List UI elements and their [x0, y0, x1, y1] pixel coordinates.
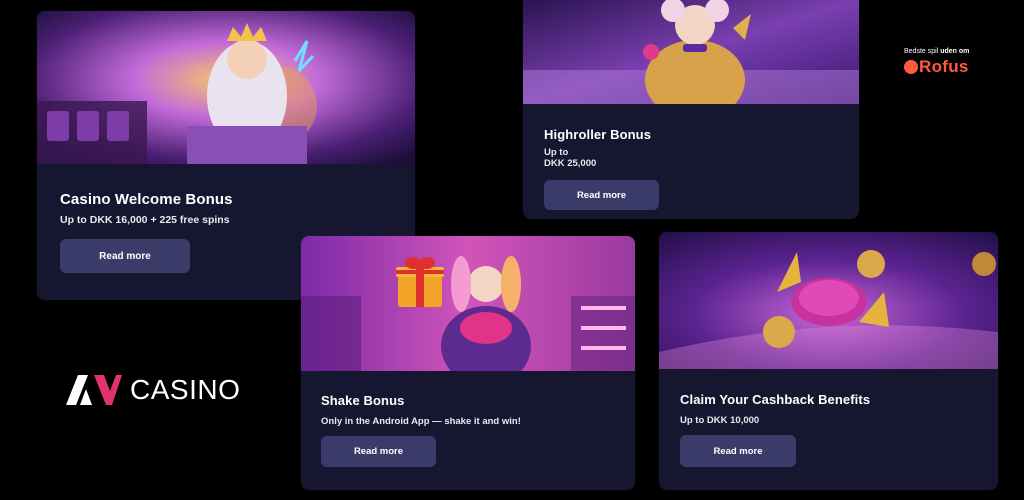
card-title: Claim Your Cashback Benefits — [680, 392, 871, 407]
rofus-dot-icon — [904, 60, 918, 74]
zeus-illustration — [37, 11, 415, 164]
gift-box-icon — [396, 257, 444, 307]
rofus-main: Rofus — [904, 57, 969, 77]
rofus-tagline: Bedste spil uden om — [904, 48, 969, 55]
card-title: Highroller Bonus — [544, 127, 652, 142]
chip-coins-illustration — [659, 232, 998, 369]
rofus-tagline-plain: Bedste spil — [904, 48, 941, 55]
cashback-benefits-card: Claim Your Cashback Benefits Up to DKK 1… — [659, 232, 998, 490]
joker-girl-illustration — [523, 0, 859, 104]
read-more-button[interactable]: Read more — [60, 239, 190, 273]
card-title: Shake Bonus — [321, 393, 405, 408]
rofus-tagline-bold: uden om — [940, 48, 970, 55]
read-more-button[interactable]: Read more — [321, 436, 436, 467]
card-subtitle-line2: DKK 25,000 — [544, 158, 597, 169]
av-logo-icon — [66, 375, 122, 405]
highroller-bonus-card: Highroller Bonus Up to DKK 25,000 Read m… — [523, 0, 859, 219]
rofus-word: Rofus — [919, 57, 969, 76]
card-title: Casino Welcome Bonus — [60, 191, 233, 208]
read-more-button[interactable]: Read more — [680, 435, 796, 467]
card-subtitle: Up to DKK 25,000 — [544, 147, 596, 169]
harley-girl-gift-illustration — [301, 236, 635, 371]
card-subtitle: Only in the Android App — shake it and w… — [321, 416, 521, 427]
read-more-button[interactable]: Read more — [544, 180, 659, 210]
rofus-badge: Bedste spil uden om Rofus — [904, 48, 994, 78]
logo-text: CASINO — [130, 374, 241, 405]
av-casino-logo: CASINO — [66, 372, 266, 408]
card-subtitle: Up to DKK 16,000 + 225 free spins — [60, 214, 230, 226]
card-subtitle: Up to DKK 10,000 — [680, 415, 760, 426]
shake-bonus-card: Shake Bonus Only in the Android App — sh… — [301, 236, 635, 490]
card-subtitle-line1: Up to — [544, 147, 569, 158]
